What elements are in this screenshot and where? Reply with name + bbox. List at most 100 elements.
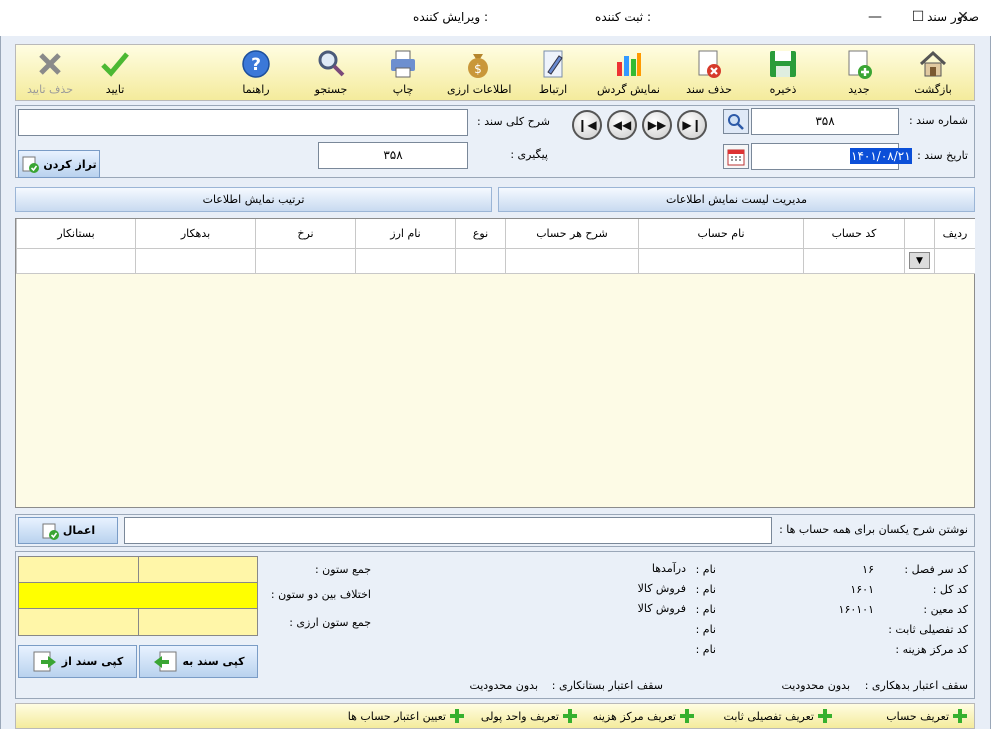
general-name-value: فروش کالا xyxy=(637,582,686,595)
cell-rate[interactable] xyxy=(255,249,355,274)
column-sum-label: جمع ستون : xyxy=(314,563,371,576)
floppy-disk-icon xyxy=(770,51,796,77)
cell-account-desc[interactable] xyxy=(505,249,638,274)
remove-approval-button[interactable]: حذف تایید xyxy=(19,48,81,100)
document-check-icon xyxy=(42,523,59,540)
column-diff-label: اختلاف بین دو ستون : xyxy=(270,588,371,601)
followup-input[interactable]: ۳۵۸ xyxy=(318,142,468,169)
uniform-desc-label: نوشتن شرح یکسان برای همه حساب ها : xyxy=(779,523,968,536)
svg-text:$: $ xyxy=(474,62,482,76)
calendar-button[interactable] xyxy=(723,144,749,169)
help-button[interactable]: ? راهنما xyxy=(225,48,287,100)
x-icon xyxy=(39,53,61,75)
credit-limit-label: سقف اعتبار بستانکاری : xyxy=(551,679,663,692)
currency-debit-sum-cell xyxy=(18,608,139,636)
currency-sum-label: جمع ستون ارزی : xyxy=(289,616,371,629)
column-header-type[interactable]: نوع xyxy=(455,219,505,249)
currency-credit-sum-cell xyxy=(138,608,258,636)
document-check-icon xyxy=(22,156,40,173)
tab-display-order[interactable]: ترتیب نمایش اطلاعات xyxy=(15,187,492,212)
pencil-document-icon xyxy=(543,50,563,78)
general-code-label: کد کل : xyxy=(932,583,968,596)
column-header-row[interactable]: ردیف xyxy=(934,219,975,249)
doc-number-input[interactable]: ۳۵۸ xyxy=(751,108,899,135)
first-record-button[interactable]: ▶❙ xyxy=(677,110,707,140)
column-header-account-code[interactable]: کد حساب xyxy=(803,219,904,249)
cell-debit[interactable] xyxy=(135,249,255,274)
skip-previous-icon: ❙◀ xyxy=(577,118,597,132)
previous-record-button[interactable]: ◀◀ xyxy=(607,110,637,140)
help-icon: ? xyxy=(242,50,270,78)
minimize-button[interactable]: — xyxy=(860,6,890,28)
cell-type[interactable] xyxy=(455,249,505,274)
maximize-button[interactable]: ☐ xyxy=(903,6,933,28)
title-bar: صدور سند ثبت کننده : ویرایش کننده : — ☐ … xyxy=(0,0,991,36)
doc-date-input[interactable]: ۱۴۰۱/۰۸/۲۱ xyxy=(751,143,912,170)
copy-from-button[interactable]: کپی سند از xyxy=(18,645,137,678)
footer-links: تعریف حساب تعریف تفصیلی ثابت تعریف مرکز … xyxy=(15,703,975,729)
link-button[interactable]: ارتباط xyxy=(522,48,584,100)
registrar-label: ثبت کننده : xyxy=(595,10,651,24)
define-fixed-detail-link[interactable]: تعریف تفصیلی ثابت xyxy=(724,709,832,723)
general-name-label: نام : xyxy=(695,583,716,596)
money-bag-icon: $ xyxy=(468,54,488,78)
new-document-icon xyxy=(848,50,872,79)
new-button[interactable]: جدید xyxy=(828,48,890,100)
column-header-rate[interactable]: نرخ xyxy=(255,219,355,249)
close-button[interactable]: ✕ xyxy=(948,6,978,28)
plus-icon xyxy=(563,709,577,723)
chevron-down-icon[interactable]: ▼ xyxy=(909,252,930,269)
define-cost-center-link[interactable]: تعریف مرکز هزینه xyxy=(593,709,694,723)
delete-document-icon xyxy=(698,50,721,78)
cell-row[interactable] xyxy=(934,249,975,274)
doc-number-search-button[interactable] xyxy=(723,109,749,134)
delete-document-button[interactable]: حذف سند xyxy=(678,48,740,100)
home-icon xyxy=(919,50,947,77)
printer-icon xyxy=(391,50,415,78)
last-record-button[interactable]: ❙◀ xyxy=(572,110,602,140)
column-header-currency-name[interactable]: نام ارز xyxy=(355,219,455,249)
cell-account-name[interactable] xyxy=(638,249,803,274)
cell-credit[interactable] xyxy=(16,249,135,274)
next-record-button[interactable]: ▶▶ xyxy=(642,110,672,140)
column-header-debit[interactable]: بدهکار xyxy=(135,219,255,249)
voucher-grid: ردیف کد حساب نام حساب شرح هر حساب نوع نا… xyxy=(15,218,975,508)
set-account-credit-link[interactable]: تعیین اعتبار حساب ها xyxy=(348,709,464,723)
cell-dropdown[interactable]: ▼ xyxy=(904,249,934,274)
copy-to-button[interactable]: کپی سند به xyxy=(139,645,258,678)
debit-sum-cell xyxy=(18,556,139,583)
apply-button[interactable]: اعمال xyxy=(18,517,118,544)
balance-button[interactable]: تراز کردن xyxy=(18,150,100,178)
check-icon xyxy=(101,52,129,77)
magnifier-icon xyxy=(728,113,744,130)
back-button[interactable]: بازگشت xyxy=(902,48,964,100)
define-currency-link[interactable]: تعریف واحد پولی xyxy=(481,709,577,723)
calendar-icon xyxy=(727,149,745,165)
show-turnover-button[interactable]: نمایش گردش xyxy=(597,48,660,100)
print-button[interactable]: چاپ xyxy=(372,48,434,100)
cell-currency-name[interactable] xyxy=(355,249,455,274)
column-header-account-desc[interactable]: شرح هر حساب xyxy=(505,219,638,249)
cell-account-code[interactable] xyxy=(803,249,904,274)
followup-label: پیگیری : xyxy=(510,148,548,161)
approve-button[interactable]: تایید xyxy=(84,48,146,100)
column-header-dropdown xyxy=(904,219,934,249)
column-diff-cell xyxy=(18,582,258,609)
save-button[interactable]: ذخیره xyxy=(752,48,814,100)
cost-center-name-label: نام : xyxy=(695,643,716,656)
general-desc-input[interactable] xyxy=(18,109,468,136)
currency-info-button[interactable]: $ اطلاعات ارزی xyxy=(447,48,511,100)
debit-limit-value: بدون محدودیت xyxy=(781,679,850,692)
search-button[interactable]: جستجو xyxy=(300,48,362,100)
column-header-account-name[interactable]: نام حساب xyxy=(638,219,803,249)
column-header-credit[interactable]: بستانکار xyxy=(16,219,135,249)
specific-name-label: نام : xyxy=(695,603,716,616)
plus-icon xyxy=(680,709,694,723)
fixed-detail-label: کد تفصیلی ثابت : xyxy=(888,623,968,636)
svg-text:?: ? xyxy=(251,55,261,75)
define-account-link[interactable]: تعریف حساب xyxy=(886,709,967,723)
tab-manage-list[interactable]: مدیریت لیست نمایش اطلاعات xyxy=(498,187,975,212)
doc-date-value: ۱۴۰۱/۰۸/۲۱ xyxy=(850,148,912,164)
general-desc-label: شرح کلی سند : xyxy=(477,115,550,128)
uniform-desc-input[interactable] xyxy=(124,517,772,544)
